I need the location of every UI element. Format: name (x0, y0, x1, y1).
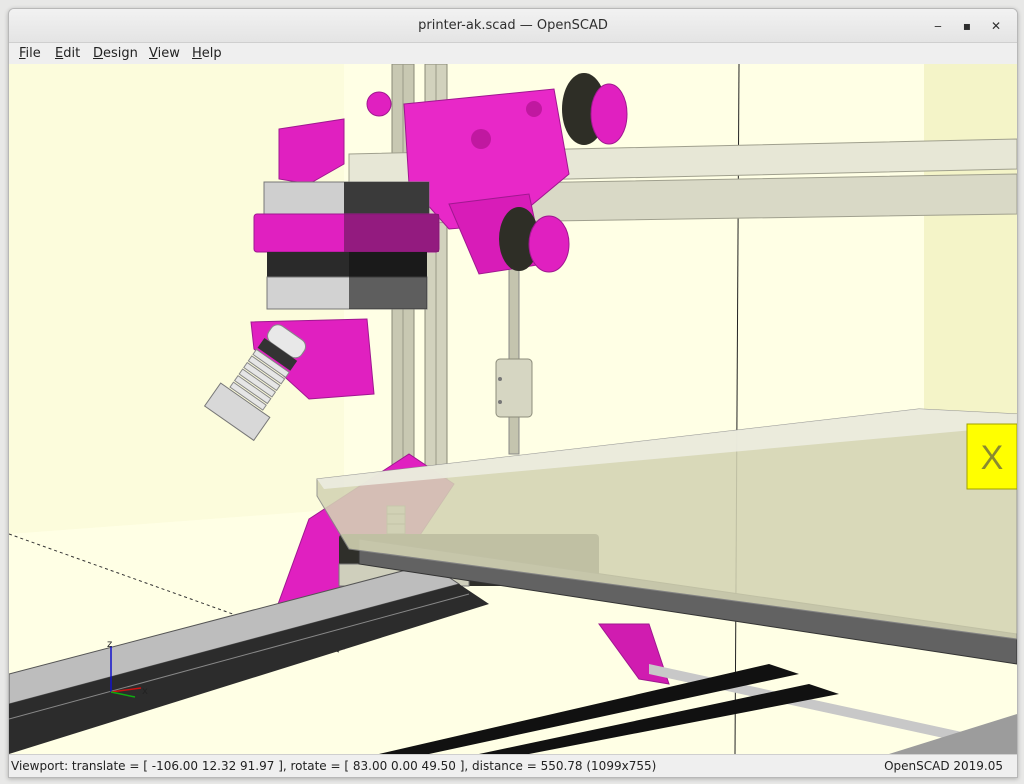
status-bar: Viewport: translate = [ -106.00 12.32 91… (9, 754, 1017, 777)
close-button[interactable]: ✕ (985, 15, 1007, 37)
axis-z-label: z (107, 639, 112, 650)
version-label: OpenSCAD 2019.05 (884, 759, 1003, 773)
minimize-button[interactable]: ‒ (927, 15, 949, 37)
right-wall (924, 64, 1017, 414)
window-title: printer-ak.scad — OpenSCAD (418, 18, 608, 33)
bracket-hole (471, 129, 491, 149)
view-axis-cube-label: X (981, 439, 1004, 477)
bracket-hole (366, 91, 392, 117)
axis-x-label: x (142, 686, 148, 697)
menu-file[interactable]: File (19, 45, 41, 63)
bearing-screw (498, 400, 502, 404)
bottom-corner-extrusion (889, 714, 1017, 754)
motor-shadow (344, 182, 429, 214)
motor-body-shadow (349, 252, 427, 309)
idler-pulley-cap (528, 215, 570, 273)
bearing-screw (498, 377, 502, 381)
menu-edit[interactable]: Edit (55, 45, 80, 63)
3d-viewport[interactable]: X z x (9, 64, 1017, 754)
menu-bar: File Edit Design View Help (9, 43, 1017, 64)
viewport-status: Viewport: translate = [ -106.00 12.32 91… (11, 759, 657, 773)
menu-help[interactable]: Help (192, 45, 222, 63)
model-render: X z x (9, 64, 1017, 754)
linear-bearing (495, 358, 533, 418)
motor-mount-shadow (344, 214, 439, 252)
title-bar[interactable]: printer-ak.scad — OpenSCAD ‒ ▪ ✕ (9, 9, 1017, 43)
menu-view[interactable]: View (149, 45, 180, 63)
menu-design[interactable]: Design (93, 45, 138, 63)
idler-pulley-cap (590, 83, 628, 145)
openscad-window: printer-ak.scad — OpenSCAD ‒ ▪ ✕ File Ed… (8, 8, 1018, 778)
maximize-button[interactable]: ▪ (956, 15, 978, 37)
bracket-hole (526, 101, 542, 117)
